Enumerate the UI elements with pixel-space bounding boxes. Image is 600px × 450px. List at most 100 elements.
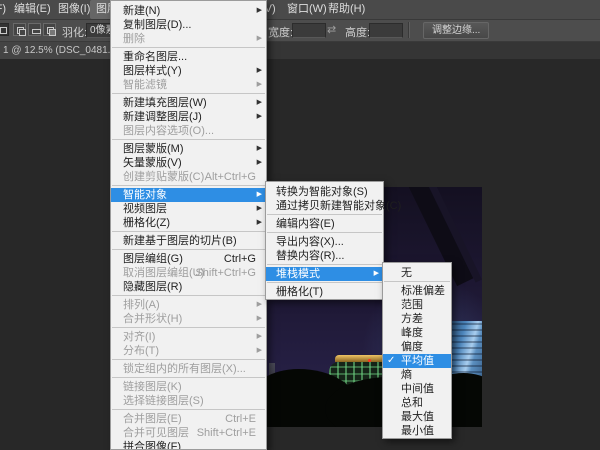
menu-item-label: 矢量蒙版(V) [123,157,182,169]
submenu-arrow-icon: ▶ [257,78,262,92]
menu-separator [267,282,382,283]
menu-item-smart-filter: 智能滤镜▶ [111,78,266,92]
submenu-arrow-icon: ▶ [257,202,262,216]
refine-edge-button[interactable]: 调整边缘... [423,22,489,39]
menu-item-convert-to-smart-object[interactable]: 转换为智能对象(S) [266,185,383,199]
menu-item-new-layer[interactable]: 新建(N) ▶ [111,4,266,18]
menu-item-label: 锁定组内的所有图层(X)... [123,363,246,375]
menu-separator [267,214,382,215]
width-input[interactable] [292,23,326,38]
submenu-arrow-icon: ▶ [257,312,262,326]
menu-item-label: 新建基于图层的切片(B) [123,235,237,247]
menu-item-rasterize[interactable]: 栅格化(Z)▶ [111,216,266,230]
height-input[interactable] [369,23,403,38]
menu-item-flatten-image[interactable]: 拼合图像(F) [111,440,266,450]
menu-item-mean[interactable]: ✓平均值 [383,354,451,368]
menu-item-stack-mode[interactable]: 堆栈模式▶ [266,267,383,281]
menu-item-variance[interactable]: 方差 [383,312,451,326]
stack-mode-submenu: 无标准偏差范围方差峰度偏度✓平均值熵中间值总和最大值最小值 [382,262,452,439]
menubar-item-help[interactable]: 帮助(H) [322,0,371,19]
menu-item-median[interactable]: 中间值 [383,382,451,396]
menu-item-label: 导出内容(X)... [276,236,344,248]
menu-item-label: 替换内容(R)... [276,250,344,262]
add-to-selection-icon[interactable] [13,23,26,36]
menu-item-label: 复制图层(D)... [123,19,191,31]
menu-item-new-adjustment-layer[interactable]: 新建调整图层(J)▶ [111,110,266,124]
menu-item-label: 通过拷贝新建智能对象(C) [276,200,401,212]
menu-item-duplicate-layer[interactable]: 复制图层(D)... [111,18,266,32]
menu-item-maximum[interactable]: 最大值 [383,410,451,424]
menu-item-layer-style[interactable]: 图层样式(Y)▶ [111,64,266,78]
menu-item-smart-objects[interactable]: 智能对象▶ [111,188,266,202]
menu-item-label: 合并可见图层 [123,427,189,439]
menu-item-label: 中间值 [401,383,434,395]
menu-item-export-contents[interactable]: 导出内容(X)... [266,235,383,249]
menu-item-label: 取消图层编组(U) [123,267,204,279]
shortcut-label: Alt+Ctrl+G [205,170,256,184]
menu-item-label: 最小值 [401,425,434,437]
menubar-item-edit[interactable]: 编辑(E) [8,0,57,19]
menu-item-label: 新建填充图层(W) [123,97,207,109]
menu-item-video-layers[interactable]: 视频图层 ▶ [111,202,266,216]
subtract-from-selection-icon[interactable] [28,23,41,36]
menu-item-label: 视频图层 [123,203,167,215]
photoshop-window: 文件(F) 编辑(E) 图像(I) 图层(L) 视图(V) 窗口(W) 帮助(H… [0,0,600,450]
menu-separator [384,281,450,282]
menu-bar: 文件(F) 编辑(E) 图像(I) 图层(L) 视图(V) 窗口(W) 帮助(H… [0,0,600,20]
menu-item-rename-layer[interactable]: 重命名图层... [111,50,266,64]
menu-item-label: 栅格化(T) [276,286,323,298]
menu-item-label: 标准偏差 [401,285,445,297]
shortcut-label: Shift+Ctrl+G [195,266,256,280]
menu-item-layer-mask[interactable]: 图层蒙版(M)▶ [111,142,266,156]
menu-item-new-smart-object-via-copy[interactable]: 通过拷贝新建智能对象(C) [266,199,383,213]
menu-item-label: 新建(N) [123,5,160,17]
menu-item-merge-layers: 合并图层(E)Ctrl+E [111,412,266,426]
menu-item-label: 隐藏图层(R) [123,281,182,293]
submenu-arrow-icon: ▶ [257,4,262,18]
menu-item-label: 栅格化(Z) [123,217,170,229]
menu-item-label: 合并形状(H) [123,313,182,325]
submenu-arrow-icon: ▶ [257,96,262,110]
menu-separator [112,327,265,328]
menu-item-skewness[interactable]: 偏度 [383,340,451,354]
menu-item-new-fill-layer[interactable]: 新建填充图层(W) ▶ [111,96,266,110]
menu-separator [112,47,265,48]
menu-item-kurtosis[interactable]: 峰度 [383,326,451,340]
menu-item-new-layer-based-slice[interactable]: 新建基于图层的切片(B) [111,234,266,248]
shortcut-label: Shift+Ctrl+E [197,426,256,440]
menu-item-label: 对齐(I) [123,331,155,343]
menu-separator [112,409,265,410]
menu-item-label: 图层样式(Y) [123,65,182,77]
menu-item-minimum[interactable]: 最小值 [383,424,451,438]
menu-item-group-layers[interactable]: 图层编组(G)Ctrl+G [111,252,266,266]
intersect-selections-icon[interactable] [43,23,56,36]
swap-width-height-icon[interactable]: ⇄ [327,23,336,36]
menu-item-ungroup-layers: 取消图层编组(U)Shift+Ctrl+G [111,266,266,280]
menu-separator [112,377,265,378]
menu-item-label: 重命名图层... [123,51,187,63]
menu-item-entropy[interactable]: 熵 [383,368,451,382]
menu-item-range[interactable]: 范围 [383,298,451,312]
menu-item-replace-contents[interactable]: 替换内容(R)... [266,249,383,263]
menu-item-align: 对齐(I)▶ [111,330,266,344]
layer-menu: 新建(N)▶复制图层(D)...删除▶重命名图层...图层样式(Y)▶智能滤镜▶… [110,0,267,450]
menu-separator [112,185,265,186]
menu-item-sum[interactable]: 总和 [383,396,451,410]
checkmark-icon: ✓ [387,354,395,368]
submenu-arrow-icon: ▶ [257,344,262,358]
menu-item-label: 偏度 [401,341,423,353]
menu-item-standard-deviation[interactable]: 标准偏差 [383,284,451,298]
menu-item-label: 堆栈模式 [276,268,320,280]
menu-item-delete-layer: 删除▶ [111,32,266,46]
menu-item-label: 最大值 [401,411,434,423]
menu-item-none[interactable]: 无 [383,266,451,280]
menu-item-hide-layers[interactable]: 隐藏图层(R) [111,280,266,294]
new-selection-icon[interactable] [0,23,9,36]
height-label: 高度: [345,24,370,40]
menu-item-rasterize[interactable]: 栅格化(T) [266,285,383,299]
submenu-arrow-icon: ▶ [257,298,262,312]
menu-item-label: 分布(T) [123,345,159,357]
menu-item-edit-contents[interactable]: 编辑内容(E) [266,217,383,231]
menu-item-label: 图层编组(G) [123,253,183,265]
menu-item-vector-mask[interactable]: 矢量蒙版(V)▶ [111,156,266,170]
